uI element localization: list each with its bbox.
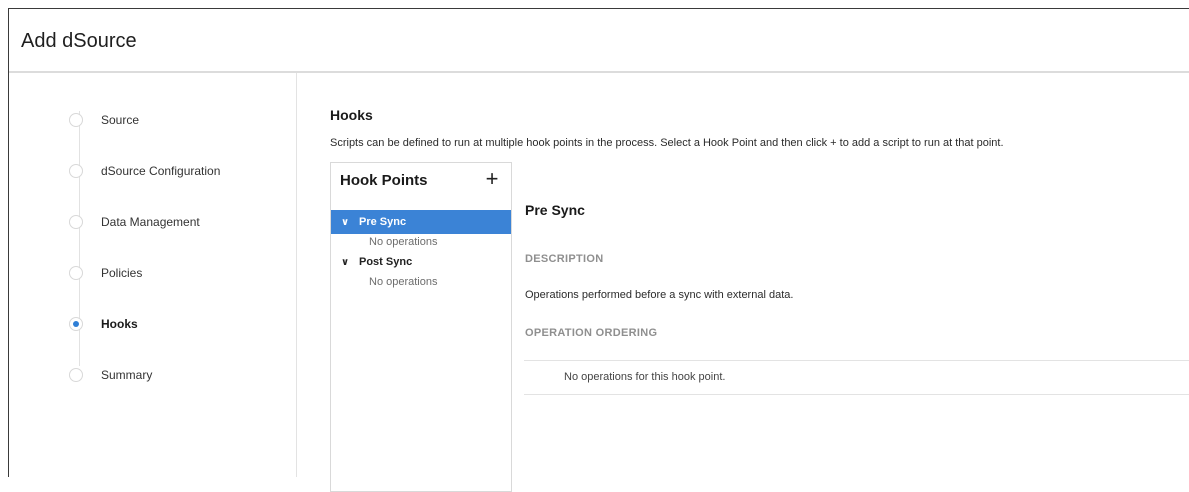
description-text: Operations performed before a sync with … — [525, 289, 794, 301]
page-description: Scripts can be defined to run at multipl… — [330, 137, 1004, 149]
hook-points-panel: Hook Points + ∨ Pre Sync No operations ∨… — [330, 162, 512, 492]
hook-point-label: Post Sync — [359, 256, 413, 268]
dialog-header: Add dSource — [9, 9, 1189, 73]
step-label: Source — [101, 113, 140, 127]
hook-point-label: Pre Sync — [359, 216, 407, 228]
step-source[interactable]: Source — [69, 109, 139, 131]
step-summary[interactable]: Summary — [69, 364, 152, 386]
step-dot-active-icon — [69, 317, 83, 331]
dialog-title: Add dSource — [21, 30, 137, 52]
hook-points-title: Hook Points — [340, 172, 428, 189]
chevron-down-icon[interactable]: ∨ — [339, 257, 351, 268]
empty-operations-text: No operations for this hook point. — [564, 371, 726, 383]
hook-point-pre-sync[interactable]: ∨ Pre Sync — [331, 210, 511, 234]
step-data-management[interactable]: Data Management — [69, 211, 200, 233]
operation-ordering-label: OPERATION ORDERING — [525, 327, 658, 339]
hook-point-post-sync[interactable]: ∨ Post Sync — [331, 250, 511, 274]
step-dot-icon — [69, 113, 83, 127]
step-dot-icon — [69, 266, 83, 280]
detail-title: Pre Sync — [525, 202, 585, 218]
operations-list: No operations for this hook point. — [524, 360, 1189, 395]
description-label: DESCRIPTION — [525, 253, 604, 265]
add-hook-button[interactable]: + — [481, 167, 503, 191]
step-dot-icon — [69, 164, 83, 178]
hook-point-sub: No operations — [369, 276, 438, 288]
step-label: Hooks — [101, 317, 138, 331]
step-hooks[interactable]: Hooks — [69, 313, 138, 335]
step-dsource-configuration[interactable]: dSource Configuration — [69, 160, 220, 182]
wizard-steps: Source dSource Configuration Data Manage… — [9, 73, 297, 477]
step-label: Data Management — [101, 215, 200, 229]
step-policies[interactable]: Policies — [69, 262, 142, 284]
hook-point-sub: No operations — [369, 236, 438, 248]
step-label: Summary — [101, 368, 153, 382]
chevron-down-icon[interactable]: ∨ — [339, 217, 351, 228]
step-dot-icon — [69, 368, 83, 382]
step-label: Policies — [101, 266, 143, 280]
hooks-page: Hooks Scripts can be defined to run at m… — [297, 73, 1189, 492]
step-label: dSource Configuration — [101, 164, 221, 178]
page-heading: Hooks — [330, 107, 373, 123]
add-dsource-dialog: Add dSource Source dSource Configuration… — [8, 8, 1189, 492]
step-dot-icon — [69, 215, 83, 229]
